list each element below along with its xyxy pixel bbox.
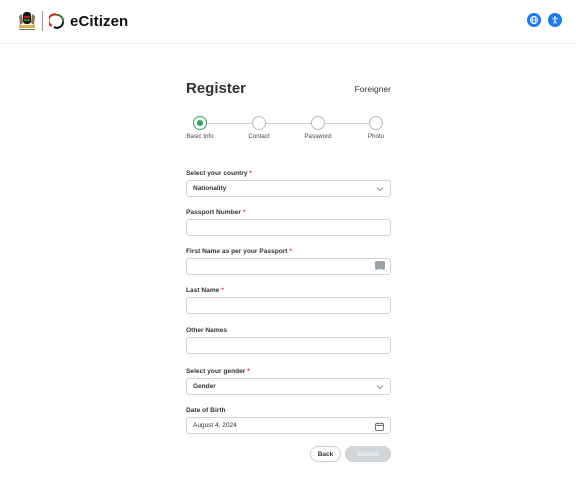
step-contact-label: Contact [248, 133, 270, 140]
step-password-indicator [311, 116, 325, 130]
gender-select-value: Gender [193, 383, 216, 390]
calendar-icon[interactable] [375, 422, 384, 431]
step-basic-info-label: Basic Info [186, 133, 214, 140]
step-contact-indicator [252, 116, 266, 130]
other-names-input[interactable] [186, 337, 391, 354]
step-password-label: Password [304, 133, 332, 140]
chevron-down-icon [376, 186, 384, 191]
required-marker: * [221, 287, 224, 294]
country-select-value: Nationality [193, 185, 227, 192]
translate-icon[interactable] [527, 13, 541, 27]
step-photo-indicator [369, 116, 383, 130]
account-type-label: Foreigner [354, 84, 391, 94]
first-name-label: First Name as per your Passport * [186, 248, 292, 255]
last-name-input[interactable] [186, 297, 391, 314]
accessibility-icon[interactable] [548, 13, 562, 27]
chevron-down-icon [376, 384, 384, 389]
required-marker: * [249, 170, 252, 177]
brand-logo[interactable]: eCitizen [17, 9, 128, 33]
date-of-birth-label: Date of Birth [186, 407, 226, 414]
required-marker: * [289, 248, 292, 255]
first-name-input[interactable] [186, 258, 391, 275]
back-button[interactable]: Back [310, 446, 341, 462]
submit-button[interactable]: Submit [345, 446, 391, 462]
passport-number-label: Passport Number * [186, 209, 246, 216]
date-of-birth-input[interactable]: August 4, 2024 [186, 417, 391, 434]
other-names-label: Other Names [186, 327, 228, 334]
ecitizen-logo-icon [47, 13, 65, 29]
stepper-connector [207, 123, 258, 124]
stepper-connector [266, 123, 317, 124]
country-label: Select your country * [186, 170, 252, 177]
required-marker: * [247, 368, 250, 375]
gender-label: Select your gender * [186, 368, 250, 375]
autofill-key-icon[interactable] [375, 261, 385, 271]
step-basic-info-indicator [193, 116, 207, 130]
date-of-birth-value: August 4, 2024 [193, 422, 237, 429]
registration-stepper: Basic Info Contact Password Photo [186, 116, 391, 146]
top-navigation-bar: eCitizen [0, 0, 576, 44]
kenya-coat-of-arms-icon [17, 10, 37, 32]
brand-name: eCitizen [70, 12, 129, 30]
required-marker: * [242, 209, 246, 216]
passport-number-input[interactable] [186, 219, 391, 236]
gender-select[interactable]: Gender [186, 378, 391, 395]
country-select[interactable]: Nationality [186, 180, 391, 197]
brand-divider [42, 11, 43, 31]
last-name-label: Last Name * [186, 287, 224, 294]
page-title: Register [186, 80, 247, 97]
step-photo-label: Photo [367, 133, 385, 140]
